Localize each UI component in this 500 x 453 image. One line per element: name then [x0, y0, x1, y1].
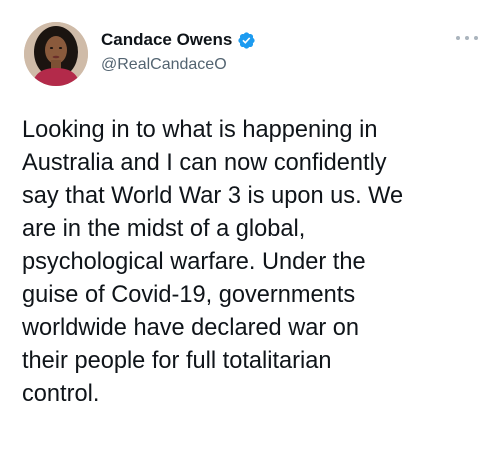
- tweet-text: Looking in to what is happening in Austr…: [22, 117, 404, 407]
- verified-badge-icon: [237, 31, 256, 50]
- author-info[interactable]: Candace Owens @RealCandaceO: [101, 28, 256, 76]
- dot: [474, 36, 478, 40]
- ellipsis-icon[interactable]: [456, 33, 478, 43]
- dot: [456, 36, 460, 40]
- author-handle[interactable]: @RealCandaceO: [101, 54, 256, 76]
- tweet-card: Candace Owens @RealCandaceO Looking in t…: [0, 0, 500, 453]
- dot: [465, 36, 469, 40]
- avatar[interactable]: [24, 22, 88, 86]
- avatar-image: [24, 22, 88, 86]
- author-display-name[interactable]: Candace Owens: [101, 28, 232, 52]
- name-row: Candace Owens: [101, 28, 256, 52]
